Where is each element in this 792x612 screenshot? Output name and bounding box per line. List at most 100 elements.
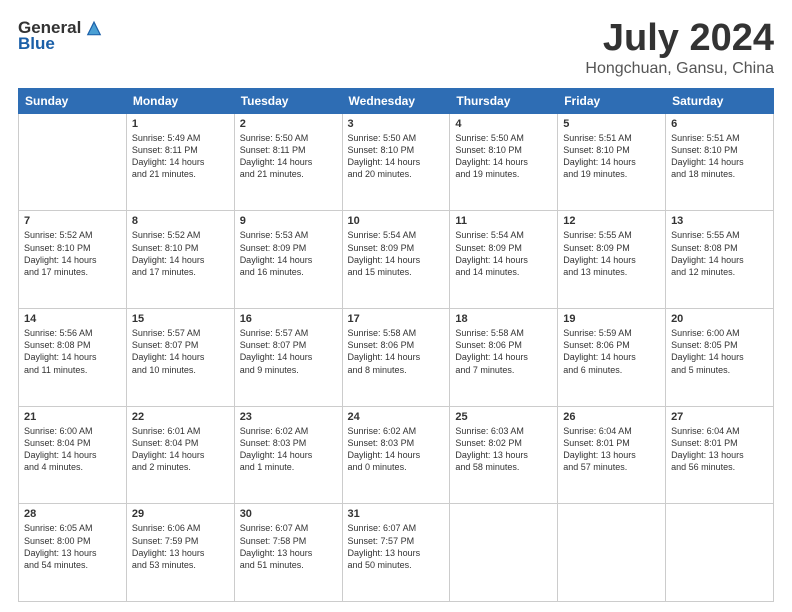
- calendar-cell: 17 Sunrise: 5:58 AM Sunset: 8:06 PM Dayli…: [342, 309, 450, 407]
- day-info: Sunrise: 5:56 AM Sunset: 8:08 PM Dayligh…: [24, 327, 121, 376]
- calendar-cell: 8 Sunrise: 5:52 AM Sunset: 8:10 PM Daylig…: [126, 211, 234, 309]
- calendar-header-wednesday: Wednesday: [342, 88, 450, 113]
- day-number: 4: [455, 118, 552, 130]
- calendar-header-tuesday: Tuesday: [234, 88, 342, 113]
- day-number: 11: [455, 215, 552, 227]
- calendar-cell: 21 Sunrise: 6:00 AM Sunset: 8:04 PM Dayli…: [19, 406, 127, 504]
- calendar-week-row-2: 14 Sunrise: 5:56 AM Sunset: 8:08 PM Dayli…: [19, 309, 774, 407]
- day-number: 31: [348, 508, 445, 520]
- day-info: Sunrise: 5:52 AM Sunset: 8:10 PM Dayligh…: [24, 229, 121, 278]
- day-number: 8: [132, 215, 229, 227]
- day-info: Sunrise: 5:52 AM Sunset: 8:10 PM Dayligh…: [132, 229, 229, 278]
- day-number: 20: [671, 313, 768, 325]
- calendar-cell: 7 Sunrise: 5:52 AM Sunset: 8:10 PM Daylig…: [19, 211, 127, 309]
- day-number: 15: [132, 313, 229, 325]
- calendar-cell: [558, 504, 666, 602]
- day-number: 23: [240, 411, 337, 423]
- day-info: Sunrise: 5:58 AM Sunset: 8:06 PM Dayligh…: [348, 327, 445, 376]
- day-info: Sunrise: 6:02 AM Sunset: 8:03 PM Dayligh…: [348, 425, 445, 474]
- calendar-cell: 15 Sunrise: 5:57 AM Sunset: 8:07 PM Dayli…: [126, 309, 234, 407]
- day-info: Sunrise: 6:00 AM Sunset: 8:04 PM Dayligh…: [24, 425, 121, 474]
- calendar-cell: 4 Sunrise: 5:50 AM Sunset: 8:10 PM Daylig…: [450, 113, 558, 211]
- calendar-cell: 10Sunrise: 5:54 AM Sunset: 8:09 PM Dayli…: [342, 211, 450, 309]
- day-number: 17: [348, 313, 445, 325]
- logo: General Blue: [18, 18, 103, 54]
- calendar-cell: 12 Sunrise: 5:55 AM Sunset: 8:09 PM Dayli…: [558, 211, 666, 309]
- calendar-week-row-3: 21 Sunrise: 6:00 AM Sunset: 8:04 PM Dayli…: [19, 406, 774, 504]
- logo-blue: Blue: [18, 34, 55, 54]
- calendar-header-row: SundayMondayTuesdayWednesdayThursdayFrid…: [19, 88, 774, 113]
- calendar-header-friday: Friday: [558, 88, 666, 113]
- calendar-cell: [666, 504, 774, 602]
- calendar-cell: 20Sunrise: 6:00 AM Sunset: 8:05 PM Dayli…: [666, 309, 774, 407]
- calendar-cell: 29Sunrise: 6:06 AM Sunset: 7:59 PM Dayli…: [126, 504, 234, 602]
- day-info: Sunrise: 6:04 AM Sunset: 8:01 PM Dayligh…: [671, 425, 768, 474]
- calendar-cell: 24 Sunrise: 6:02 AM Sunset: 8:03 PM Dayli…: [342, 406, 450, 504]
- day-info: Sunrise: 6:05 AM Sunset: 8:00 PM Dayligh…: [24, 522, 121, 571]
- day-number: 5: [563, 118, 660, 130]
- day-info: Sunrise: 5:55 AM Sunset: 8:09 PM Dayligh…: [563, 229, 660, 278]
- main-title: July 2024: [585, 18, 774, 60]
- calendar-cell: 5 Sunrise: 5:51 AM Sunset: 8:10 PM Daylig…: [558, 113, 666, 211]
- day-number: 30: [240, 508, 337, 520]
- day-number: 16: [240, 313, 337, 325]
- logo-icon: [85, 19, 103, 37]
- day-info: Sunrise: 5:54 AM Sunset: 8:09 PM Dayligh…: [348, 229, 445, 278]
- calendar-week-row-4: 28 Sunrise: 6:05 AM Sunset: 8:00 PM Dayli…: [19, 504, 774, 602]
- calendar-cell: 13 Sunrise: 5:55 AM Sunset: 8:08 PM Dayli…: [666, 211, 774, 309]
- calendar-cell: [19, 113, 127, 211]
- day-number: 18: [455, 313, 552, 325]
- day-number: 28: [24, 508, 121, 520]
- day-info: Sunrise: 6:02 AM Sunset: 8:03 PM Dayligh…: [240, 425, 337, 474]
- day-number: 24: [348, 411, 445, 423]
- day-info: Sunrise: 5:51 AM Sunset: 8:10 PM Dayligh…: [563, 132, 660, 181]
- day-number: 12: [563, 215, 660, 227]
- header: General Blue July 2024 Hongchuan, Gansu,…: [18, 18, 774, 78]
- day-info: Sunrise: 6:07 AM Sunset: 7:57 PM Dayligh…: [348, 522, 445, 571]
- day-info: Sunrise: 5:51 AM Sunset: 8:10 PM Dayligh…: [671, 132, 768, 181]
- day-info: Sunrise: 5:50 AM Sunset: 8:11 PM Dayligh…: [240, 132, 337, 181]
- day-number: 14: [24, 313, 121, 325]
- day-info: Sunrise: 5:50 AM Sunset: 8:10 PM Dayligh…: [348, 132, 445, 181]
- calendar-header-sunday: Sunday: [19, 88, 127, 113]
- day-info: Sunrise: 6:03 AM Sunset: 8:02 PM Dayligh…: [455, 425, 552, 474]
- calendar-cell: 23 Sunrise: 6:02 AM Sunset: 8:03 PM Dayli…: [234, 406, 342, 504]
- calendar-cell: [450, 504, 558, 602]
- calendar-cell: 30 Sunrise: 6:07 AM Sunset: 7:58 PM Dayli…: [234, 504, 342, 602]
- day-number: 2: [240, 118, 337, 130]
- calendar-week-row-1: 7 Sunrise: 5:52 AM Sunset: 8:10 PM Daylig…: [19, 211, 774, 309]
- calendar-cell: 16Sunrise: 5:57 AM Sunset: 8:07 PM Dayli…: [234, 309, 342, 407]
- calendar-cell: 27Sunrise: 6:04 AM Sunset: 8:01 PM Dayli…: [666, 406, 774, 504]
- calendar-cell: 2 Sunrise: 5:50 AM Sunset: 8:11 PM Daylig…: [234, 113, 342, 211]
- day-info: Sunrise: 5:55 AM Sunset: 8:08 PM Dayligh…: [671, 229, 768, 278]
- day-info: Sunrise: 6:04 AM Sunset: 8:01 PM Dayligh…: [563, 425, 660, 474]
- calendar-header-monday: Monday: [126, 88, 234, 113]
- calendar-cell: 31 Sunrise: 6:07 AM Sunset: 7:57 PM Dayli…: [342, 504, 450, 602]
- day-info: Sunrise: 5:49 AM Sunset: 8:11 PM Dayligh…: [132, 132, 229, 181]
- page: General Blue July 2024 Hongchuan, Gansu,…: [0, 0, 792, 612]
- calendar-cell: 28 Sunrise: 6:05 AM Sunset: 8:00 PM Dayli…: [19, 504, 127, 602]
- calendar-header-saturday: Saturday: [666, 88, 774, 113]
- day-number: 1: [132, 118, 229, 130]
- day-number: 13: [671, 215, 768, 227]
- calendar-cell: 9Sunrise: 5:53 AM Sunset: 8:09 PM Daylig…: [234, 211, 342, 309]
- calendar-table: SundayMondayTuesdayWednesdayThursdayFrid…: [18, 88, 774, 602]
- day-info: Sunrise: 6:06 AM Sunset: 7:59 PM Dayligh…: [132, 522, 229, 571]
- calendar-week-row-0: 1 Sunrise: 5:49 AM Sunset: 8:11 PM Daylig…: [19, 113, 774, 211]
- day-number: 7: [24, 215, 121, 227]
- day-info: Sunrise: 5:54 AM Sunset: 8:09 PM Dayligh…: [455, 229, 552, 278]
- calendar-cell: 18 Sunrise: 5:58 AM Sunset: 8:06 PM Dayli…: [450, 309, 558, 407]
- calendar-cell: 3Sunrise: 5:50 AM Sunset: 8:10 PM Daylig…: [342, 113, 450, 211]
- day-number: 26: [563, 411, 660, 423]
- calendar-cell: 25 Sunrise: 6:03 AM Sunset: 8:02 PM Dayli…: [450, 406, 558, 504]
- day-info: Sunrise: 5:58 AM Sunset: 8:06 PM Dayligh…: [455, 327, 552, 376]
- day-number: 21: [24, 411, 121, 423]
- day-info: Sunrise: 5:53 AM Sunset: 8:09 PM Dayligh…: [240, 229, 337, 278]
- day-info: Sunrise: 5:50 AM Sunset: 8:10 PM Dayligh…: [455, 132, 552, 181]
- day-info: Sunrise: 5:57 AM Sunset: 8:07 PM Dayligh…: [132, 327, 229, 376]
- day-number: 22: [132, 411, 229, 423]
- day-number: 25: [455, 411, 552, 423]
- day-info: Sunrise: 6:07 AM Sunset: 7:58 PM Dayligh…: [240, 522, 337, 571]
- calendar-cell: 6Sunrise: 5:51 AM Sunset: 8:10 PM Daylig…: [666, 113, 774, 211]
- calendar-cell: 19Sunrise: 5:59 AM Sunset: 8:06 PM Dayli…: [558, 309, 666, 407]
